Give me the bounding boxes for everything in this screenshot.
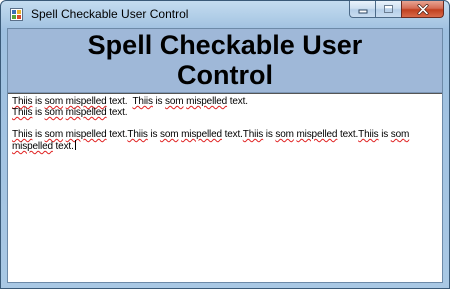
title-bar[interactable]: Spell Checkable User Control (1, 1, 449, 27)
misspelled-word: som (165, 96, 184, 107)
text-run: text (340, 129, 356, 140)
text-run: text (55, 141, 72, 152)
minimize-button[interactable] (349, 1, 375, 18)
text-run: is (35, 107, 42, 118)
misspelled-word: Thiis (12, 129, 33, 140)
misspelled-word: som (159, 129, 179, 140)
close-icon (417, 3, 428, 15)
text-run: . (124, 107, 128, 118)
misspelled-word: som (44, 129, 64, 140)
text-run: text (109, 107, 125, 118)
misspelled-word: mispelled (12, 141, 53, 152)
misspelled-word: som (44, 107, 64, 118)
misspelled-word: som (44, 96, 64, 107)
text-run: text (109, 96, 125, 107)
minimize-icon (358, 9, 367, 14)
header-title: Spell Checkable User Control (8, 30, 442, 90)
misspelled-word: Thiis (132, 96, 153, 107)
misspelled-word: som (275, 129, 294, 140)
close-button[interactable] (401, 1, 444, 18)
misspelled-word: mispelled (65, 107, 107, 118)
window-app-icon[interactable] (10, 8, 23, 21)
misspelled-word: Thiis (358, 129, 379, 140)
text-run: is (35, 129, 42, 140)
maximize-button[interactable] (375, 1, 401, 18)
client-area: Spell Checkable User Control Thiis is so… (7, 28, 443, 283)
text-caret (74, 140, 76, 150)
misspelled-word: som (390, 129, 410, 140)
text-run: text (229, 96, 246, 107)
misspelled-word: Thiis (12, 107, 33, 118)
misspelled-word: mispelled (296, 129, 338, 140)
text-run: is (265, 129, 273, 140)
misspelled-word: Thiis (242, 129, 264, 140)
header-title-line-2: Control (177, 60, 273, 90)
header-title-line-1: Spell Checkable User (87, 30, 363, 60)
text-run: text (224, 129, 241, 140)
spell-check-textbox[interactable]: Thiis is som mispelled text. Thiis is so… (8, 93, 442, 282)
text-line: mispelled text. (12, 140, 438, 152)
header-panel: Spell Checkable User Control (8, 29, 442, 93)
misspelled-word: Thiis (127, 129, 148, 140)
misspelled-word: mispelled (181, 129, 222, 140)
text-run: is (35, 96, 42, 107)
text-run: . (71, 141, 74, 152)
misspelled-word: mispelled (186, 96, 228, 107)
caption-buttons (349, 1, 444, 19)
text-line: Thiis is som mispelled text. Thiis is so… (12, 96, 438, 107)
text-run: . (245, 96, 248, 107)
misspelled-word: mispelled (65, 129, 107, 140)
misspelled-word: mispelled (65, 96, 107, 107)
window-title: Spell Checkable User Control (31, 7, 189, 21)
misspelled-word: Thiis (12, 96, 33, 107)
maximize-icon (384, 5, 393, 13)
text-line: Thiis is som mispelled text. (12, 107, 438, 118)
text-run: text (109, 129, 125, 140)
text-line: Thiis is som mispelled text.Thiis is som… (12, 129, 438, 140)
app-window: Spell Checkable User Control Spell Check… (0, 0, 450, 289)
